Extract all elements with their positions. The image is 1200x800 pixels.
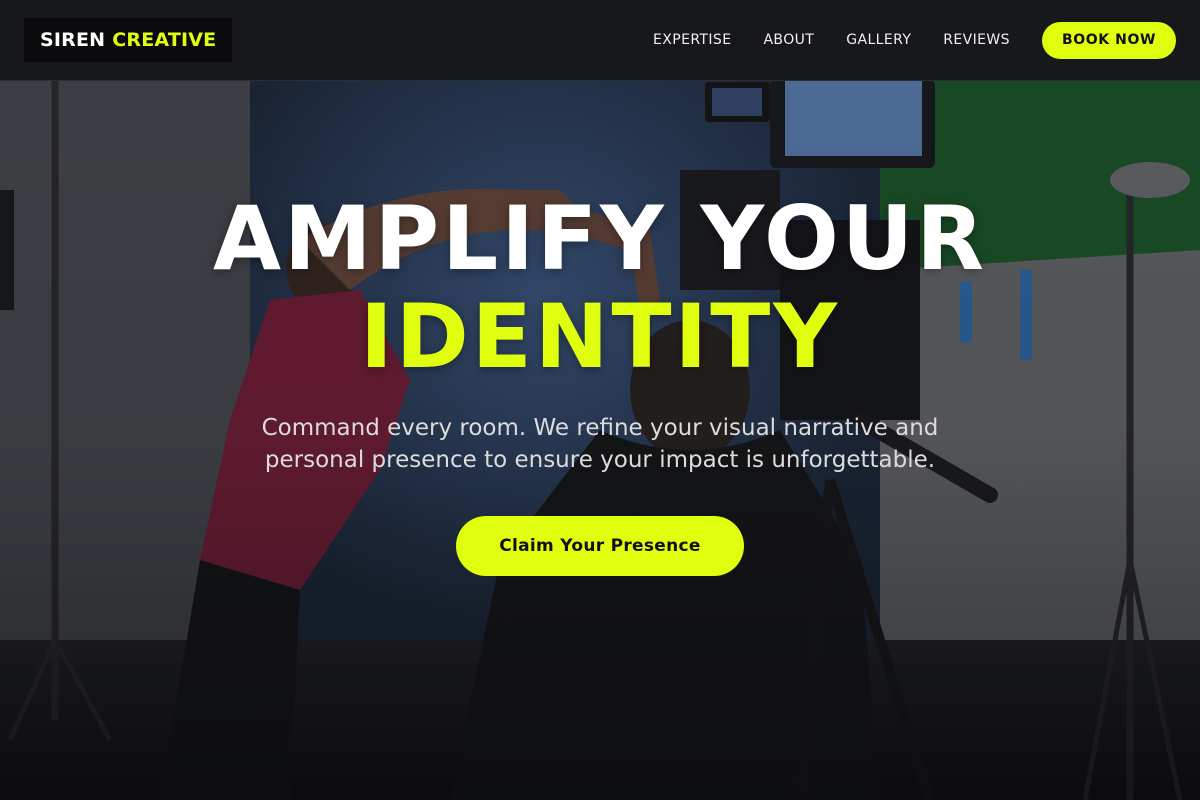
- headline-line-1: AMPLIFY YOUR: [212, 187, 988, 290]
- nav-links: EXPERTISE ABOUT GALLERY REVIEWS: [653, 32, 1010, 48]
- nav-link-gallery[interactable]: GALLERY: [846, 32, 911, 48]
- hero-headline: AMPLIFY YOUR IDENTITY: [213, 190, 987, 386]
- top-navbar: SIREN CREATIVE EXPERTISE ABOUT GALLERY R…: [0, 0, 1200, 81]
- brand-name: SIREN: [40, 29, 106, 51]
- headline-line-2: IDENTITY: [359, 285, 841, 388]
- hero-section: SIREN CREATIVE EXPERTISE ABOUT GALLERY R…: [0, 0, 1200, 800]
- book-now-button[interactable]: BOOK NOW: [1041, 21, 1176, 59]
- hero-subtext: Command every room. We refine your visua…: [261, 415, 939, 473]
- claim-presence-button[interactable]: Claim Your Presence: [456, 516, 744, 576]
- hero-content: AMPLIFY YOUR IDENTITY Command every room…: [0, 190, 1200, 576]
- nav-link-expertise[interactable]: EXPERTISE: [653, 32, 731, 48]
- nav-link-reviews[interactable]: REVIEWS: [943, 32, 1010, 48]
- nav-link-about[interactable]: ABOUT: [763, 32, 814, 48]
- brand-accent-name: CREATIVE: [112, 29, 217, 51]
- nav-right-group: EXPERTISE ABOUT GALLERY REVIEWS BOOK NOW: [653, 21, 1176, 59]
- brand-logo[interactable]: SIREN CREATIVE: [24, 18, 233, 62]
